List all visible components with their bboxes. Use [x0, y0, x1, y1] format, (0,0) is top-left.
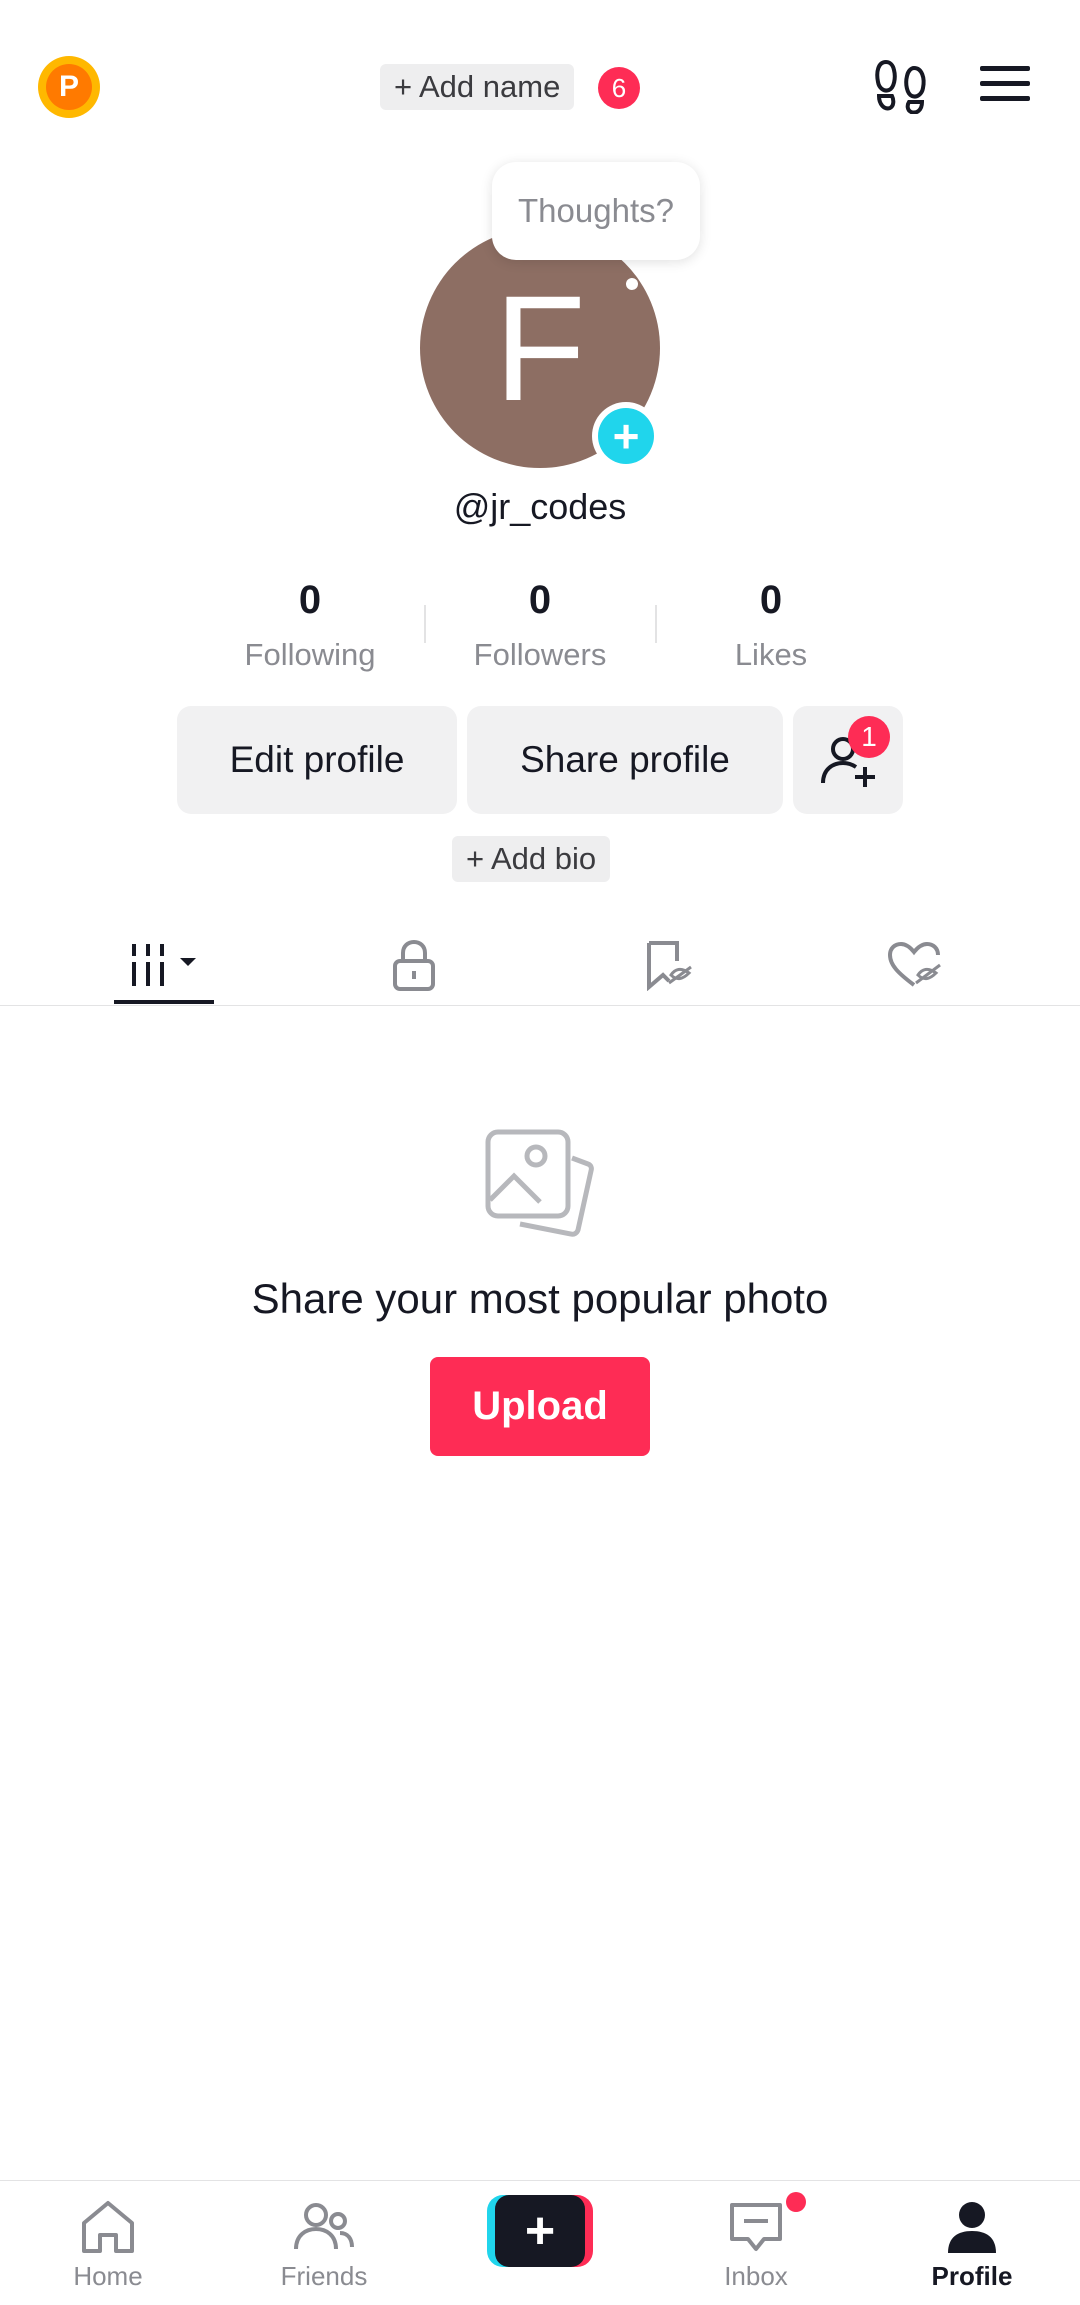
stat-followers[interactable]: 0 Followers [440, 578, 640, 673]
friends-icon [294, 2203, 354, 2250]
friend-request-badge: 1 [848, 716, 890, 758]
stat-value: 0 [528, 578, 552, 622]
notification-badge: 6 [598, 67, 640, 109]
footprint-icon[interactable] [874, 58, 928, 114]
bookmark-hidden-icon [647, 941, 692, 991]
profile-screen: P + Add name 6 F + Thoughts? @jr_codes 0… [0, 0, 1080, 2305]
add-bio-button[interactable]: + Add bio [452, 836, 611, 882]
nav-label: Profile [931, 2261, 1013, 2291]
add-friends-button[interactable] [793, 706, 903, 814]
plus-icon: + [598, 408, 654, 464]
tab-videos[interactable] [55, 920, 275, 1010]
stat-following[interactable]: 0 Following [210, 578, 410, 673]
coin-letter: P [46, 64, 92, 110]
edit-profile-button[interactable]: Edit profile [177, 706, 457, 814]
stat-value: 0 [298, 578, 322, 622]
menu-icon[interactable] [980, 64, 1030, 104]
nav-home[interactable]: Home [0, 2181, 216, 2305]
stat-divider [424, 605, 426, 643]
tab-favorites[interactable] [558, 920, 778, 1010]
inbox-notification-dot [786, 2192, 806, 2212]
username: @jr_codes [453, 486, 627, 527]
profile-icon [948, 2202, 996, 2253]
tabs-divider [0, 1005, 1080, 1006]
stat-divider [655, 605, 657, 643]
create-plus-icon: + [495, 2195, 585, 2267]
nav-label: Friends [280, 2261, 368, 2291]
stat-label: Following [244, 637, 376, 672]
add-avatar-button[interactable]: + [592, 402, 660, 470]
home-icon [82, 2201, 134, 2253]
tab-private[interactable] [304, 920, 524, 1010]
stat-likes[interactable]: 0 Likes [671, 578, 871, 673]
active-tab-indicator [114, 1000, 214, 1004]
inbox-icon [730, 2203, 782, 2251]
nav-inbox[interactable]: Inbox [648, 2181, 864, 2305]
tab-liked[interactable] [806, 920, 1026, 1010]
stat-label: Followers [473, 637, 607, 672]
photo-icon [485, 1129, 594, 1237]
heart-hidden-icon [888, 941, 941, 987]
stat-label: Likes [734, 637, 808, 672]
create-button[interactable]: + [487, 2195, 593, 2267]
grid-icon [132, 944, 196, 986]
nav-profile[interactable]: Profile [864, 2181, 1080, 2305]
nav-friends[interactable]: Friends [216, 2181, 432, 2305]
coin-icon[interactable]: P [38, 56, 100, 118]
add-name-button[interactable]: + Add name [380, 64, 575, 110]
thought-bubble[interactable]: Thoughts? [492, 162, 700, 260]
thought-bubble-dot [626, 278, 638, 290]
nav-label: Inbox [724, 2261, 788, 2291]
upload-button[interactable]: Upload [430, 1357, 650, 1456]
lock-icon [393, 939, 435, 991]
stat-value: 0 [759, 578, 783, 622]
share-profile-button[interactable]: Share profile [467, 706, 783, 814]
nav-label: Home [73, 2261, 143, 2291]
empty-state-message: Share your most popular photo [251, 1275, 829, 1322]
